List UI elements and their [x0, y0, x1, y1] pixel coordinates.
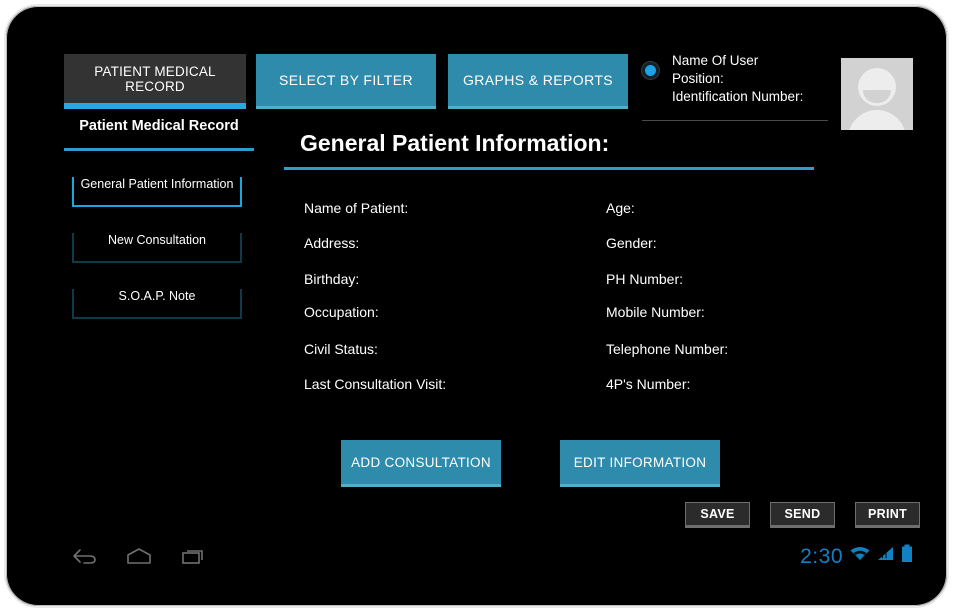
field-civil-status: Civil Status: — [304, 341, 378, 357]
print-label: PRINT — [868, 507, 907, 521]
field-address: Address: — [304, 235, 360, 251]
field-birthday: Birthday: — [304, 271, 360, 287]
cellular-signal-icon — [877, 545, 895, 568]
tab-patient-medical-record[interactable]: PATIENT MEDICAL RECORD — [64, 54, 246, 109]
tab-patient-medical-record-label: PATIENT MEDICAL RECORD — [94, 63, 216, 94]
status-indicators: 2:30 — [800, 544, 913, 568]
send-button[interactable]: SEND — [770, 502, 835, 528]
print-button[interactable]: PRINT — [855, 502, 920, 528]
sidebar: Patient Medical Record General Patient I… — [64, 118, 254, 319]
tab-graphs-reports[interactable]: GRAPHS & REPORTS — [448, 54, 628, 109]
field-occupation: Occupation: — [304, 304, 379, 320]
status-clock: 2:30 — [800, 544, 843, 568]
avatar-body-icon — [848, 110, 906, 130]
tab-select-by-filter-label: SELECT BY FILTER — [279, 72, 413, 88]
edit-information-button[interactable]: EDIT INFORMATION — [560, 440, 720, 487]
page-title: General Patient Information: — [284, 130, 814, 170]
field-age: Age: — [606, 200, 635, 216]
field-last-consultation-visit: Last Consultation Visit: — [304, 376, 447, 392]
patient-information-fields: Name of Patient: Address: Birthday: Occu… — [284, 200, 814, 410]
field-name-of-patient: Name of Patient: — [304, 200, 409, 216]
main-panel: General Patient Information: Name of Pat… — [284, 130, 920, 528]
user-status-indicator-icon — [642, 62, 659, 79]
user-info-block: Name Of User Position: Identification Nu… — [642, 52, 842, 121]
battery-icon — [901, 544, 913, 568]
field-mobile-number: Mobile Number: — [606, 304, 705, 320]
field-gender: Gender: — [606, 235, 657, 251]
field-4ps-number: 4P's Number: — [606, 376, 691, 392]
field-telephone-number: Telephone Number: — [606, 341, 729, 357]
user-name: Name Of User — [672, 53, 759, 68]
field-ph-number: PH Number: — [606, 271, 684, 287]
save-label: SAVE — [700, 507, 735, 521]
sidebar-item-label: New Consultation — [108, 233, 206, 247]
save-button[interactable]: SAVE — [685, 502, 750, 528]
user-position: Position: — [672, 71, 724, 86]
edit-information-label: EDIT INFORMATION — [573, 454, 707, 470]
tablet-screen: PATIENT MEDICAL RECORD SELECT BY FILTER … — [22, 18, 931, 594]
back-arrow-icon[interactable] — [70, 546, 98, 571]
user-block-divider — [642, 120, 828, 121]
tab-graphs-reports-label: GRAPHS & REPORTS — [462, 72, 614, 88]
recent-apps-icon[interactable] — [180, 546, 208, 571]
avatar — [841, 58, 913, 130]
sidebar-item-soap-note[interactable]: S.O.A.P. Note — [72, 289, 242, 319]
user-identification-number: Identification Number: — [672, 89, 804, 104]
add-consultation-label: ADD CONSULTATION — [351, 454, 491, 470]
sidebar-item-new-consultation[interactable]: New Consultation — [72, 233, 242, 263]
add-consultation-button[interactable]: ADD CONSULTATION — [341, 440, 501, 487]
home-icon[interactable] — [124, 546, 154, 571]
tab-select-by-filter[interactable]: SELECT BY FILTER — [256, 54, 436, 109]
tablet-device-frame: PATIENT MEDICAL RECORD SELECT BY FILTER … — [4, 4, 949, 608]
sidebar-title: Patient Medical Record — [64, 118, 254, 151]
sidebar-item-label: S.O.A.P. Note — [118, 289, 196, 303]
android-system-bar: 2:30 — [22, 538, 931, 580]
wifi-icon — [849, 545, 871, 568]
sidebar-item-label: General Patient Information — [80, 177, 234, 191]
send-label: SEND — [784, 507, 821, 521]
sidebar-item-general-patient-information[interactable]: General Patient Information — [72, 177, 242, 207]
